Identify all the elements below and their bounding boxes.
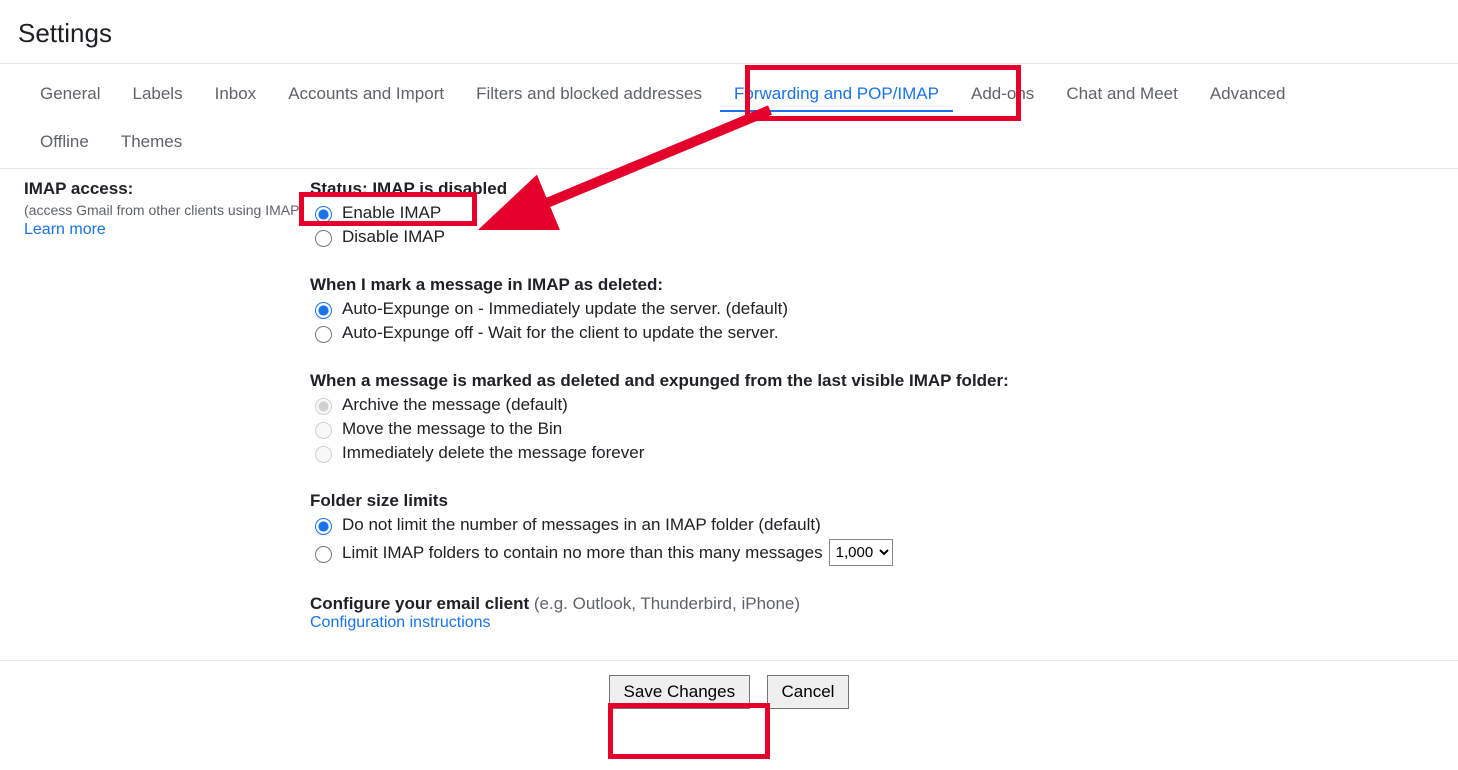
limit-label: Limit IMAP folders to contain no more th… (342, 543, 823, 563)
status-heading: Status: IMAP is disabled (310, 179, 1458, 199)
page-title: Settings (0, 0, 1458, 64)
cancel-button[interactable]: Cancel (767, 675, 850, 709)
content-area: IMAP access: (access Gmail from other cl… (0, 173, 1458, 660)
disable-imap-radio[interactable] (315, 230, 332, 247)
learn-more-link[interactable]: Learn more (24, 221, 106, 238)
delete-forever-label: Immediately delete the message forever (342, 443, 644, 463)
tab-forwarding-pop-imap[interactable]: Forwarding and POP/IMAP (720, 78, 953, 112)
expunge-on-row[interactable]: Auto-Expunge on - Immediately update the… (310, 299, 1458, 319)
limit-radio[interactable] (315, 546, 332, 563)
enable-imap-label: Enable IMAP (342, 203, 441, 223)
expunged-heading: When a message is marked as deleted and … (310, 371, 1458, 391)
tab-inbox[interactable]: Inbox (201, 78, 271, 112)
expunge-on-radio[interactable] (315, 302, 332, 319)
imap-access-sidebar: IMAP access: (access Gmail from other cl… (24, 179, 310, 660)
limit-count-select[interactable]: 1,000 (829, 539, 893, 566)
expunge-off-label: Auto-Expunge off - Wait for the client t… (342, 323, 779, 343)
tab-chat-meet[interactable]: Chat and Meet (1052, 78, 1192, 112)
no-limit-label: Do not limit the number of messages in a… (342, 515, 821, 535)
enable-imap-row[interactable]: Enable IMAP (310, 203, 1458, 223)
move-bin-radio[interactable] (315, 422, 332, 439)
configuration-instructions-link[interactable]: Configuration instructions (310, 614, 491, 631)
delete-forever-radio[interactable] (315, 446, 332, 463)
expunge-off-radio[interactable] (315, 326, 332, 343)
move-bin-label: Move the message to the Bin (342, 419, 562, 439)
tab-filters-blocked[interactable]: Filters and blocked addresses (462, 78, 716, 112)
tab-general[interactable]: General (26, 78, 114, 112)
deleted-heading: When I mark a message in IMAP as deleted… (310, 275, 1458, 295)
imap-access-subtext: (access Gmail from other clients using I… (24, 199, 310, 221)
disable-imap-label: Disable IMAP (342, 227, 445, 247)
configure-line: Configure your email client (e.g. Outloo… (310, 594, 1458, 614)
archive-label: Archive the message (default) (342, 395, 568, 415)
tab-themes[interactable]: Themes (107, 126, 196, 158)
move-bin-row[interactable]: Move the message to the Bin (310, 419, 1458, 439)
configure-muted: (e.g. Outlook, Thunderbird, iPhone) (529, 594, 800, 613)
no-limit-radio[interactable] (315, 518, 332, 535)
save-changes-button[interactable]: Save Changes (609, 675, 751, 709)
tab-labels[interactable]: Labels (118, 78, 196, 112)
archive-radio[interactable] (315, 398, 332, 415)
settings-tabs: General Labels Inbox Accounts and Import… (0, 64, 1458, 169)
archive-row[interactable]: Archive the message (default) (310, 395, 1458, 415)
folder-heading: Folder size limits (310, 491, 1458, 511)
tab-accounts-import[interactable]: Accounts and Import (274, 78, 458, 112)
tab-offline[interactable]: Offline (26, 126, 103, 158)
expunge-on-label: Auto-Expunge on - Immediately update the… (342, 299, 788, 319)
tab-advanced[interactable]: Advanced (1196, 78, 1300, 112)
limit-row[interactable]: Limit IMAP folders to contain no more th… (310, 539, 1458, 566)
imap-access-title: IMAP access: (24, 179, 310, 199)
tab-addons[interactable]: Add-ons (957, 78, 1048, 112)
expunge-off-row[interactable]: Auto-Expunge off - Wait for the client t… (310, 323, 1458, 343)
footer-actions: Save Changes Cancel (0, 660, 1458, 723)
no-limit-row[interactable]: Do not limit the number of messages in a… (310, 515, 1458, 535)
delete-forever-row[interactable]: Immediately delete the message forever (310, 443, 1458, 463)
enable-imap-radio[interactable] (315, 206, 332, 223)
disable-imap-row[interactable]: Disable IMAP (310, 227, 1458, 247)
settings-body: Status: IMAP is disabled Enable IMAP Dis… (310, 179, 1458, 660)
configure-bold: Configure your email client (310, 594, 529, 613)
